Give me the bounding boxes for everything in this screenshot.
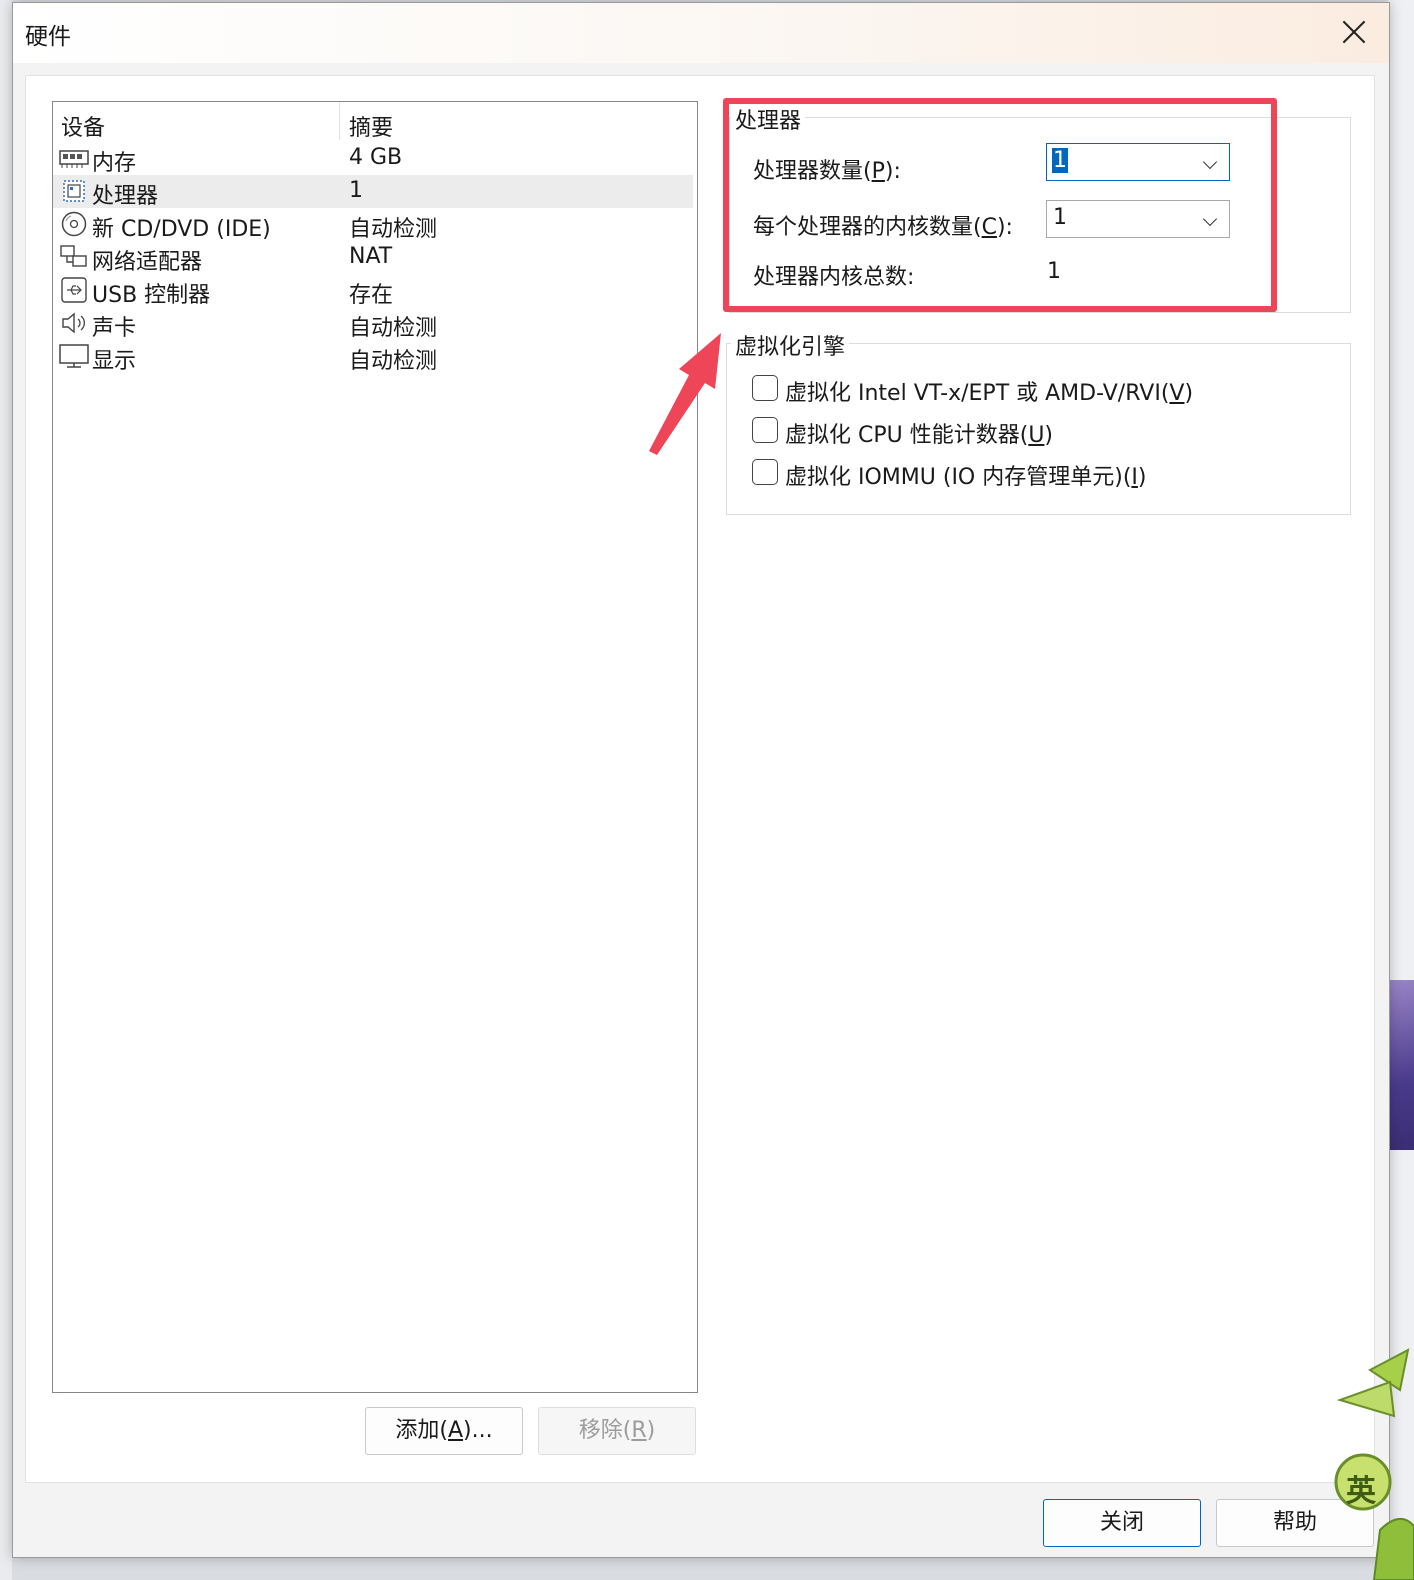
device-name: 内存 xyxy=(92,151,137,176)
dialog-title: 硬件 xyxy=(25,24,71,50)
remove-button-suffix: ) xyxy=(646,1418,656,1443)
iommu-label-suffix: ) xyxy=(1137,465,1147,490)
total-cores-value: 1 xyxy=(1047,259,1061,284)
annotation-arrow-icon xyxy=(649,333,721,455)
device-name: 声卡 xyxy=(92,316,137,341)
device-summary: NAT xyxy=(349,244,393,269)
processor-count-label-text: 处理器数量( xyxy=(753,159,872,184)
cpu-counters-label-suffix: ) xyxy=(1044,423,1054,448)
device-summary: 1 xyxy=(349,178,363,203)
chevron-down-icon xyxy=(1202,154,1218,170)
device-list[interactable]: 设备 摘要 内存 4 GB 处理器 1 新 CD/DVD (IDE) 自动检测 … xyxy=(52,101,698,1393)
total-cores-label: 处理器内核总数: xyxy=(753,265,915,290)
cores-per-processor-label: 每个处理器的内核数量(C): xyxy=(753,209,1013,241)
title-bar: 硬件 xyxy=(13,3,1389,63)
display-icon xyxy=(59,344,89,368)
vtx-label-suffix: ) xyxy=(1184,381,1194,406)
device-name: 显示 xyxy=(92,349,137,374)
close-button[interactable]: 关闭 xyxy=(1043,1499,1201,1547)
device-row-usb-controller[interactable]: USB 控制器 存在 xyxy=(53,274,693,308)
processor-count-select[interactable]: 1 xyxy=(1046,143,1230,181)
input-method-mascot-icon xyxy=(1334,1348,1414,1580)
device-row-sound-card[interactable]: 声卡 自动检测 xyxy=(53,307,693,341)
device-name: 处理器 xyxy=(92,184,159,209)
column-header-summary[interactable]: 摘要 xyxy=(349,110,393,142)
cpu-counters-label-text: 虚拟化 CPU 性能计数器( xyxy=(785,423,1029,448)
chevron-down-icon xyxy=(1202,211,1218,227)
cores-per-processor-select[interactable]: 1 xyxy=(1046,200,1230,238)
close-window-button[interactable] xyxy=(1337,15,1371,49)
device-summary: 自动检测 xyxy=(349,316,438,341)
device-summary: 4 GB xyxy=(349,145,403,170)
iommu-label-text: 虚拟化 IOMMU (IO 内存管理单元)( xyxy=(785,465,1132,490)
network-adapter-icon xyxy=(60,245,87,267)
cpu-counters-label-accelerator: U xyxy=(1028,423,1045,448)
add-button-accelerator: A xyxy=(447,1418,464,1443)
cores-label-text: 每个处理器的内核数量( xyxy=(753,215,982,240)
cores-label-accelerator: C xyxy=(981,215,997,240)
cores-label-suffix: ): xyxy=(996,215,1013,240)
cores-per-processor-value: 1 xyxy=(1053,205,1067,230)
device-name: 新 CD/DVD (IDE) xyxy=(92,217,271,242)
vtx-label-text: 虚拟化 Intel VT-x/EPT 或 AMD-V/RVI( xyxy=(785,381,1170,406)
device-row-display[interactable]: 显示 自动检测 xyxy=(53,340,693,374)
processor-icon xyxy=(63,180,85,202)
device-row-processor[interactable]: 处理器 1 xyxy=(53,175,693,209)
virtualize-iommu-label[interactable]: 虚拟化 IOMMU (IO 内存管理单元)(I) xyxy=(785,459,1147,491)
processor-count-label-accelerator: P xyxy=(871,159,885,184)
add-button-suffix: )... xyxy=(463,1418,493,1443)
virtualize-iommu-checkbox[interactable] xyxy=(752,459,778,485)
device-row-network-adapter[interactable]: 网络适配器 NAT xyxy=(53,241,693,275)
remove-button-accelerator: R xyxy=(631,1418,647,1443)
device-summary: 自动检测 xyxy=(349,217,438,242)
virtualize-cpu-counters-checkbox[interactable] xyxy=(752,417,778,443)
add-button-text: 添加( xyxy=(395,1418,448,1443)
device-name: 网络适配器 xyxy=(92,250,203,275)
hardware-dialog: 硬件 设备 摘要 内存 4 GB 处理器 1 新 CD/DVD (IDE) 自动… xyxy=(12,2,1390,1558)
virtualize-vtx-checkbox[interactable] xyxy=(752,375,778,401)
device-summary: 存在 xyxy=(349,283,394,308)
sound-icon xyxy=(62,312,85,334)
device-row-memory[interactable]: 内存 4 GB xyxy=(53,142,693,176)
mascot-label: 英 xyxy=(1346,1474,1376,1509)
background-window-edge xyxy=(0,0,12,1580)
add-hardware-button[interactable]: 添加(A)... xyxy=(365,1407,523,1455)
remove-button-text: 移除( xyxy=(578,1418,632,1443)
cd-dvd-icon xyxy=(61,211,87,237)
processor-count-label-suffix: ): xyxy=(884,159,901,184)
remove-hardware-button[interactable]: 移除(R) xyxy=(538,1407,696,1455)
virtualize-cpu-counters-label[interactable]: 虚拟化 CPU 性能计数器(U) xyxy=(785,417,1053,449)
processor-count-label: 处理器数量(P): xyxy=(753,153,901,185)
vtx-label-accelerator: V xyxy=(1169,381,1185,406)
virtualization-group-title: 虚拟化引擎 xyxy=(731,329,850,361)
device-name: USB 控制器 xyxy=(92,283,211,308)
processors-group-title: 处理器 xyxy=(731,103,806,135)
memory-icon xyxy=(59,150,89,168)
list-header: 设备 摘要 xyxy=(53,102,697,142)
processor-count-value: 1 xyxy=(1052,148,1068,173)
column-header-device[interactable]: 设备 xyxy=(61,110,105,142)
column-divider[interactable] xyxy=(339,102,340,140)
usb-icon xyxy=(61,277,87,303)
device-row-cd-dvd[interactable]: 新 CD/DVD (IDE) 自动检测 xyxy=(53,208,693,242)
device-summary: 自动检测 xyxy=(349,349,438,374)
background-wallpaper xyxy=(1390,980,1414,1150)
virtualize-vtx-label[interactable]: 虚拟化 Intel VT-x/EPT 或 AMD-V/RVI(V) xyxy=(785,375,1193,407)
